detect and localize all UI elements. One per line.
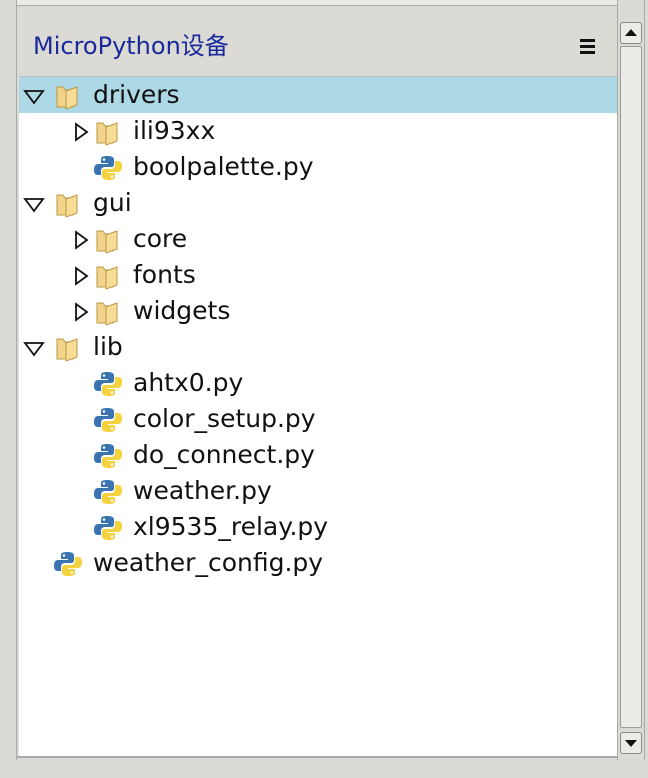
tree-folder-row[interactable]: lib [19, 329, 617, 365]
tree-folder-row[interactable]: gui [19, 185, 617, 221]
tree-file-row[interactable]: color_setup.py [19, 401, 617, 437]
tree-item-label: core [133, 224, 188, 253]
collapse-arrow-icon[interactable] [23, 338, 45, 358]
tree-item-label: widgets [133, 296, 231, 325]
hamburger-menu-icon[interactable] [579, 36, 597, 56]
panel-bottom-border [16, 756, 618, 758]
folder-icon [93, 298, 123, 326]
tree-item-label: fonts [133, 260, 196, 289]
micropython-device-panel: MicroPython设备 drivers ili93xx boolpalett… [16, 0, 617, 760]
tree-file-row[interactable]: weather_config.py [19, 545, 617, 581]
panel-top-border [17, 0, 617, 6]
scroll-down-button[interactable] [620, 732, 642, 754]
tree-item-label: lib [93, 332, 123, 361]
expand-arrow-icon[interactable] [71, 230, 93, 250]
tree-item-label: boolpalette.py [133, 152, 314, 181]
folder-icon [53, 334, 83, 362]
tree-file-row[interactable]: xl9535_relay.py [19, 509, 617, 545]
expand-arrow-icon[interactable] [71, 302, 93, 322]
scrollbar-thumb[interactable] [620, 46, 642, 728]
tree-item-label: ahtx0.py [133, 368, 244, 397]
expand-arrow-icon[interactable] [71, 122, 93, 142]
arrow-down-icon [625, 740, 637, 747]
tree-item-label: color_setup.py [133, 404, 316, 433]
tree-item-label: xl9535_relay.py [133, 512, 329, 541]
tree-item-label: weather_config.py [93, 548, 324, 577]
panel-title: MicroPython设备 [33, 32, 229, 60]
tree-folder-row[interactable]: drivers [19, 77, 617, 113]
tree-folder-row[interactable]: widgets [19, 293, 617, 329]
python-file-icon [93, 478, 123, 506]
tree-item-label: do_connect.py [133, 440, 315, 469]
tree-item-label: drivers [93, 80, 180, 109]
file-tree[interactable]: drivers ili93xx boolpalette.py gui core … [19, 76, 617, 757]
tree-file-row[interactable]: weather.py [19, 473, 617, 509]
python-file-icon [93, 370, 123, 398]
python-file-icon [93, 442, 123, 470]
folder-icon [93, 262, 123, 290]
tree-folder-row[interactable]: fonts [19, 257, 617, 293]
python-file-icon [93, 154, 123, 182]
expand-arrow-icon[interactable] [71, 266, 93, 286]
tree-file-row[interactable]: do_connect.py [19, 437, 617, 473]
folder-icon [93, 118, 123, 146]
tree-item-label: weather.py [133, 476, 272, 505]
arrow-up-icon [625, 29, 637, 36]
scroll-up-button[interactable] [620, 22, 642, 44]
collapse-arrow-icon[interactable] [23, 86, 45, 106]
folder-icon [53, 82, 83, 110]
tree-file-row[interactable]: ahtx0.py [19, 365, 617, 401]
python-file-icon [93, 514, 123, 542]
vertical-scrollbar[interactable] [617, 0, 645, 760]
tree-file-row[interactable]: boolpalette.py [19, 149, 617, 185]
folder-icon [93, 226, 123, 254]
tree-folder-row[interactable]: core [19, 221, 617, 257]
tree-item-label: gui [93, 188, 132, 217]
python-file-icon [93, 406, 123, 434]
folder-icon [53, 190, 83, 218]
python-file-icon [53, 550, 83, 578]
tree-folder-row[interactable]: ili93xx [19, 113, 617, 149]
collapse-arrow-icon[interactable] [23, 194, 45, 214]
tree-item-label: ili93xx [133, 116, 216, 145]
